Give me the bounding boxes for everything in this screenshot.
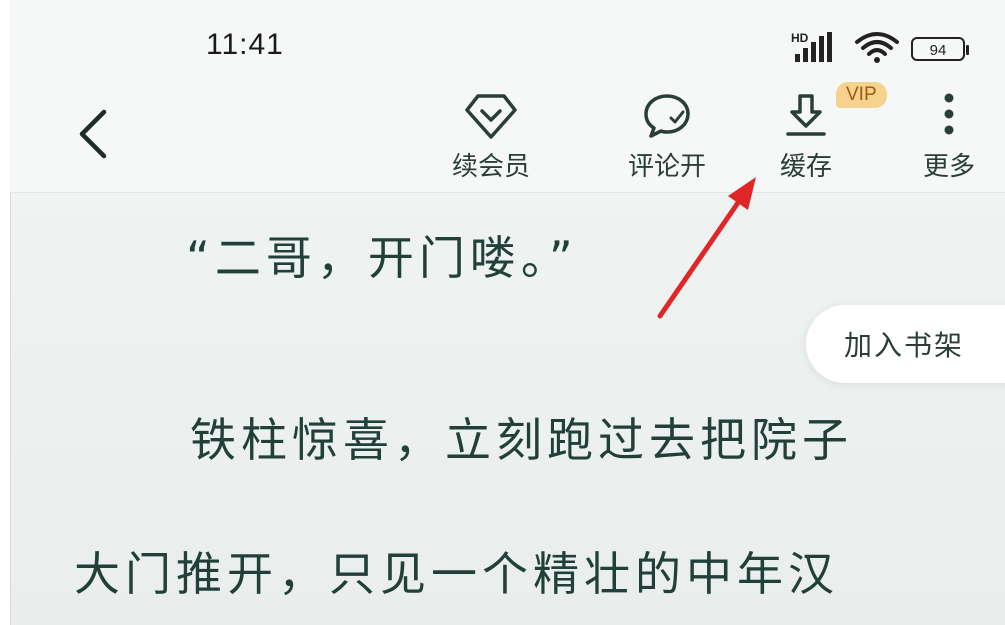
cellular-signal-icon: HD	[791, 30, 843, 68]
comments-toggle-button[interactable]: 评论开	[612, 92, 722, 183]
text-line-3: 大门推开，只见一个精壮的中年汉	[74, 547, 839, 601]
more-vertical-icon	[944, 93, 954, 135]
battery-indicator: 94	[911, 37, 969, 61]
download-icon	[786, 94, 826, 136]
comments-toggle-label: 评论开	[627, 152, 706, 182]
vip-badge: VIP	[836, 82, 887, 108]
add-to-shelf-button[interactable]: 加入书架	[806, 305, 1005, 383]
network-type-label: HD	[791, 31, 809, 45]
renew-vip-label: 续会员	[451, 152, 530, 182]
wifi-icon	[853, 30, 901, 68]
chevron-left-icon	[79, 109, 107, 159]
more-menu-button[interactable]: 更多	[894, 92, 1004, 183]
text-line-1: “二哥，开门喽。”	[186, 231, 578, 285]
reading-content: “二哥，开门喽。” 铁柱惊喜，立刻跑过去把院子 大门推开，只见一个精壮的中年汉	[10, 192, 1005, 625]
diamond-icon	[465, 94, 517, 139]
text-line-2: 铁柱惊喜，立刻跑过去把院子	[190, 413, 853, 467]
status-time: 11:41	[206, 28, 284, 61]
status-indicators: HD 94	[791, 30, 969, 68]
renew-vip-button[interactable]: 续会员	[436, 92, 546, 183]
reader-screen: 11:41 HD 94 续会员 评论开 缓存 VIP 更多 “二哥，开门喽。” …	[0, 0, 1005, 625]
top-bar: 11:41 HD 94 续会员 评论开 缓存 VIP 更多	[10, 0, 1005, 193]
back-button[interactable]	[68, 104, 118, 164]
more-label: 更多	[922, 152, 975, 182]
comment-bubble-icon	[644, 94, 690, 138]
cache-label: 缓存	[779, 152, 832, 182]
